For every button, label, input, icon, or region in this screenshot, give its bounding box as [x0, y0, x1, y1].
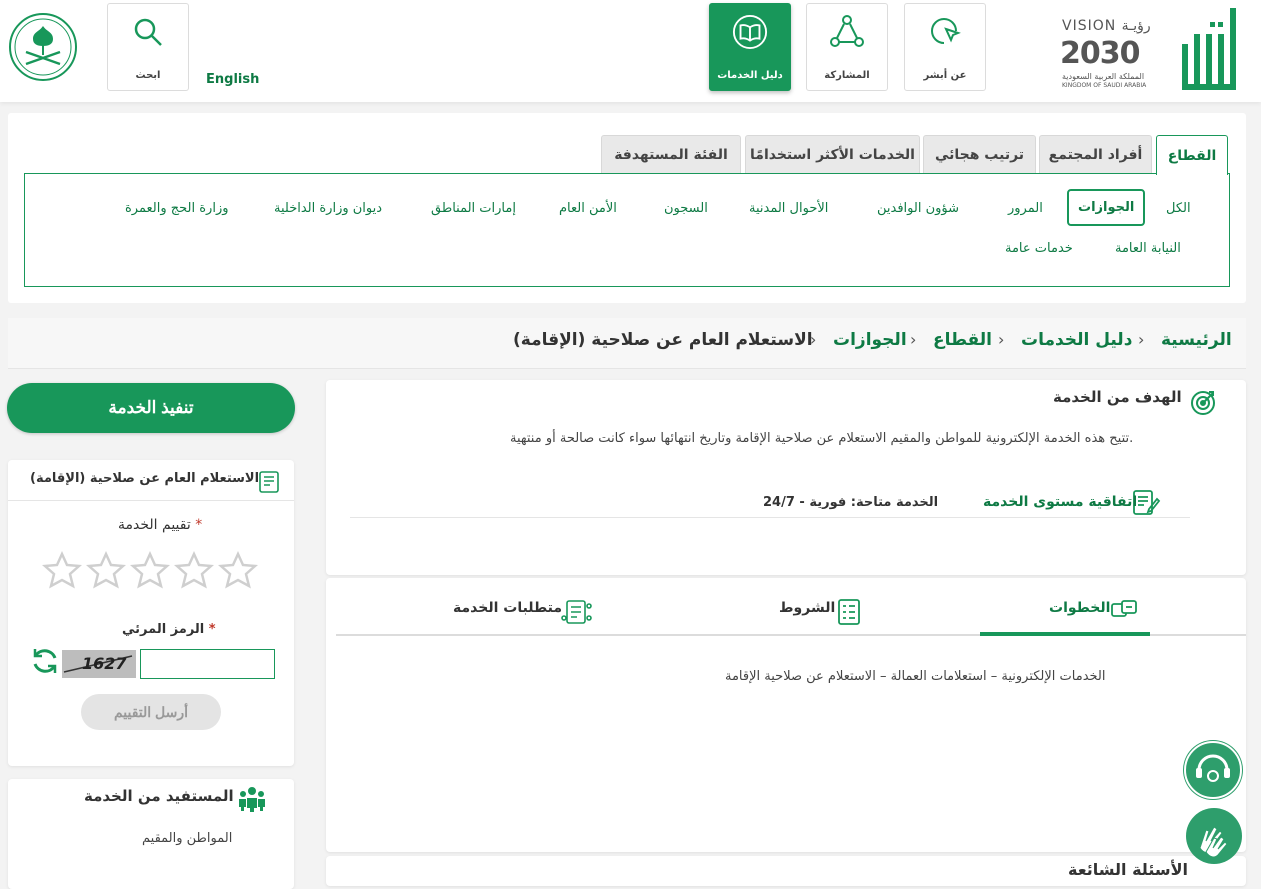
cursor-click-icon [927, 14, 963, 50]
document-icon [258, 470, 280, 498]
active-tab-indicator [980, 632, 1150, 636]
headset-icon [1184, 741, 1242, 799]
captcha-input[interactable] [140, 649, 275, 679]
required-mark: * [208, 622, 216, 637]
send-rating-button[interactable]: أرسل التقييم [81, 694, 221, 730]
breadcrumb-current: الاستعلام العام عن صلاحية (الإقامة) [513, 330, 813, 350]
rating-star-5[interactable] [42, 551, 82, 591]
breadcrumb-sector[interactable]: القطاع [933, 330, 992, 350]
checklist-icon [837, 598, 861, 630]
captcha-label: الرمز المرئي * [122, 622, 216, 637]
target-icon [1189, 388, 1217, 420]
breadcrumb-chevron-icon: › [998, 330, 1005, 349]
refresh-icon[interactable] [30, 646, 60, 680]
book-icon [732, 14, 768, 50]
sector-items-box [24, 173, 1230, 287]
sector-item-hajj[interactable]: وزارة الحج والعمرة [125, 201, 229, 216]
captcha-image: 1627 [62, 650, 136, 678]
divider [8, 500, 294, 501]
share-network-icon [829, 14, 865, 50]
search-button[interactable]: ابحث [107, 3, 189, 91]
sector-item-expatriates[interactable]: شؤون الوافدين [877, 201, 959, 216]
requirements-icon [561, 598, 593, 630]
sector-item-all[interactable]: الكل [1166, 201, 1191, 216]
faq-title[interactable]: الأسئلة الشائعة [1068, 860, 1188, 879]
search-icon [130, 14, 166, 50]
goal-description: تتيح هذه الخدمة الإلكترونية للمواطن والم… [510, 431, 1134, 446]
chat-assistant-button[interactable] [1183, 740, 1243, 800]
absher-logo[interactable] [1176, 8, 1242, 92]
sector-item-prisons[interactable]: السجون [664, 201, 708, 216]
nav-about-absher[interactable]: عن أبشر [904, 3, 986, 91]
sign-language-button[interactable] [1186, 808, 1242, 864]
sector-item-general-services[interactable]: خدمات عامة [1005, 241, 1073, 256]
language-switch[interactable]: English [206, 72, 259, 87]
sector-item-prosecution[interactable]: النيابة العامة [1115, 241, 1181, 256]
sector-item-civil-affairs[interactable]: الأحوال المدنية [749, 201, 828, 216]
nav-participation[interactable]: المشاركة [806, 3, 888, 91]
steps-content: الخدمات الإلكترونية – استعلامات العمالة … [725, 669, 1106, 684]
sector-item-emirates[interactable]: إمارات المناطق [431, 201, 516, 216]
sla-value: الخدمة متاحة: فورية - 24/7 [763, 495, 939, 510]
execute-service-button[interactable]: تنفيذ الخدمة [7, 383, 295, 433]
breadcrumb-passports[interactable]: الجوازات [833, 330, 907, 350]
beneficiary-title: المستفيد من الخدمة [84, 787, 234, 805]
sign-language-icon [1199, 826, 1228, 858]
rating-star-4[interactable] [86, 551, 126, 591]
tab-steps[interactable]: الخطوات [1049, 600, 1110, 616]
rating-star-1[interactable] [218, 551, 258, 591]
tab-target-group[interactable]: الفئة المستهدفة [601, 135, 741, 173]
steps-icon [1110, 598, 1138, 626]
tab-most-used[interactable]: الخدمات الأكثر استخدامًا [745, 135, 920, 173]
tab-community[interactable]: أفراد المجتمع [1039, 135, 1152, 173]
sector-item-public-security[interactable]: الأمن العام [559, 201, 617, 216]
nav-services-guide[interactable]: دليل الخدمات [709, 3, 791, 91]
breadcrumb-services-guide[interactable]: دليل الخدمات [1021, 330, 1132, 350]
captcha-text: 1627 [82, 654, 127, 673]
breadcrumb-chevron-icon: › [910, 330, 917, 349]
rating-label: تقييم الخدمة * [118, 517, 203, 533]
service-goal-card [326, 380, 1246, 575]
tab-requirements[interactable]: متطلبات الخدمة [453, 600, 562, 616]
rating-star-2[interactable] [174, 551, 214, 591]
vision-2030-logo: VISION رؤيـة 2030 المملكة العربية السعود… [1060, 18, 1151, 89]
required-mark: * [195, 517, 203, 533]
tab-conditions[interactable]: الشروط [779, 600, 835, 616]
sector-item-traffic[interactable]: المرور [1008, 201, 1043, 216]
service-name: الاستعلام العام عن صلاحية (الإقامة) [30, 471, 260, 486]
breadcrumb-home[interactable]: الرئيسية [1161, 330, 1232, 350]
people-group-icon [237, 786, 267, 816]
divider [350, 517, 1190, 518]
beneficiary-text: المواطن والمقيم [142, 831, 233, 846]
sector-item-passports[interactable]: الجوازات [1067, 189, 1146, 226]
rating-star-3[interactable] [130, 551, 170, 591]
saudi-emblem-logo[interactable] [8, 12, 78, 82]
sla-label: اتفاقية مستوى الخدمة [983, 494, 1138, 510]
breadcrumb-chevron-icon: › [1138, 330, 1145, 349]
service-details-card [326, 578, 1246, 852]
goal-title: الهدف من الخدمة [1053, 388, 1182, 406]
sector-item-moi-diwan[interactable]: ديوان وزارة الداخلية [274, 201, 382, 216]
tab-alphabetical[interactable]: ترتيب هجائي [923, 135, 1036, 173]
tab-sector[interactable]: القطاع [1156, 135, 1228, 175]
